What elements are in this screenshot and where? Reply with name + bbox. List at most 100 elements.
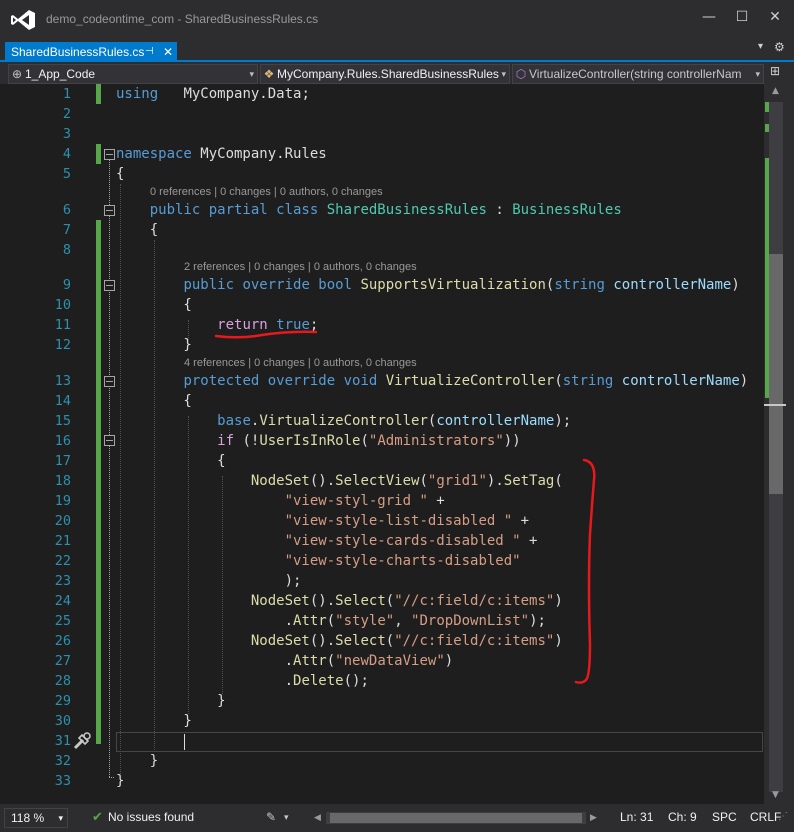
line-number: 24 <box>54 593 71 609</box>
scroll-down-arrow-icon[interactable]: ▼ <box>772 790 779 800</box>
code-line[interactable]: 8 <box>0 240 764 260</box>
code-text: { <box>116 453 226 469</box>
code-text: if (!UserIsInRole("Administrators")) <box>217 433 521 449</box>
code-line[interactable]: 22 "view-style-charts-disabled" <box>0 551 764 571</box>
code-line[interactable]: 10 { <box>0 295 764 315</box>
code-line[interactable]: 29 } <box>0 691 764 711</box>
code-line[interactable]: 21 "view-style-cards-disabled " + <box>0 531 764 551</box>
code-line[interactable]: 17 { <box>0 451 764 471</box>
code-line[interactable]: 25 .Attr("style", "DropDownList"); <box>0 611 764 631</box>
code-line[interactable]: 3 <box>0 124 764 144</box>
line-number: 5 <box>62 166 71 182</box>
line-number-status[interactable]: Ln: 31 <box>620 804 653 830</box>
vertical-scrollbar[interactable]: ▲ ▼ <box>764 84 794 804</box>
change-marker <box>765 158 769 398</box>
horizontal-scrollbar-thumb[interactable] <box>330 813 582 823</box>
pin-icon[interactable]: ⊣ <box>145 42 154 62</box>
issues-status[interactable]: No issues found <box>108 804 194 830</box>
code-line[interactable]: 6 public partial class SharedBusinessRul… <box>0 200 764 220</box>
split-window-icon[interactable]: ⊞ <box>770 64 780 78</box>
line-number: 22 <box>54 553 71 569</box>
code-line[interactable]: 16 if (!UserIsInRole("Administrators")) <box>0 431 764 451</box>
code-line[interactable]: 27 .Attr("newDataView") <box>0 651 764 671</box>
chevron-down-icon: ▾ <box>58 813 63 823</box>
code-text: .Attr("newDataView") <box>116 653 454 669</box>
line-number: 31 <box>54 733 71 749</box>
code-editor[interactable]: 0 references | 0 changes | 0 authors, 0 … <box>0 84 764 804</box>
code-line[interactable]: 2 <box>0 104 764 124</box>
window-title: demo_codeontime_com - SharedBusinessRule… <box>46 12 319 26</box>
code-text: .Delete(); <box>116 673 369 689</box>
class-icon: ❖ <box>263 67 275 81</box>
code-text: using MyCompany.Data; <box>116 86 310 102</box>
line-number: 6 <box>62 202 71 218</box>
cleanup-brush-icon[interactable]: ✎ <box>266 804 276 830</box>
code-line[interactable]: 7 { <box>0 220 764 240</box>
zoom-level: 118 % <box>11 811 45 825</box>
code-line[interactable]: 33} <box>0 771 764 791</box>
column-status[interactable]: Ch: 9 <box>668 804 697 830</box>
line-number: 14 <box>54 393 71 409</box>
code-text: "view-style-cards-disabled " + <box>284 533 538 549</box>
tab-list-dropdown-icon[interactable]: ▾ <box>758 41 763 52</box>
code-line[interactable]: 5{ <box>0 164 764 184</box>
status-bar: 118 % ▾ ✔ No issues found ✎ ▾ ◀ ▶ Ln: 31… <box>0 804 794 832</box>
line-number: 18 <box>54 473 71 489</box>
line-number: 13 <box>54 373 71 389</box>
code-line[interactable]: 32 } <box>0 751 764 771</box>
line-ending-status[interactable]: CRLF <box>750 804 781 830</box>
line-number: 10 <box>54 297 71 313</box>
code-text: { <box>116 393 192 409</box>
code-line[interactable]: 23 ); <box>0 571 764 591</box>
scroll-right-arrow-icon[interactable]: ▶ <box>590 804 597 830</box>
code-line[interactable]: 19 "view-styl-grid " + <box>0 491 764 511</box>
scroll-left-arrow-icon[interactable]: ◀ <box>314 804 321 830</box>
codelens-references[interactable]: 0 references | 0 changes | 0 authors, 0 … <box>150 185 383 199</box>
code-line[interactable]: 28 .Delete(); <box>0 671 764 691</box>
line-number: 2 <box>62 106 71 122</box>
type-dropdown[interactable]: ❖ MyCompany.Rules.SharedBusinessRules ▾ <box>260 64 510 84</box>
code-text: { <box>116 222 159 238</box>
scrollbar-thumb[interactable] <box>769 254 783 494</box>
zoom-dropdown[interactable]: 118 % ▾ <box>4 808 68 828</box>
codelens-references[interactable]: 2 references | 0 changes | 0 authors, 0 … <box>184 260 417 274</box>
code-text: } <box>116 337 192 353</box>
maximize-button[interactable]: ☐ <box>727 6 757 28</box>
code-line[interactable]: 13 protected override void VirtualizeCon… <box>0 371 764 391</box>
code-line[interactable]: 24 NodeSet().Select("//c:field/c:items") <box>0 591 764 611</box>
line-number: 30 <box>54 713 71 729</box>
code-line[interactable]: 11 return true; <box>0 315 764 335</box>
minimize-button[interactable]: — <box>694 6 724 28</box>
code-text: public partial class SharedBusinessRules… <box>149 202 622 218</box>
code-text: "view-styl-grid " + <box>284 493 445 509</box>
code-text: "view-style-charts-disabled" <box>284 553 521 569</box>
line-number: 33 <box>54 773 71 789</box>
quick-actions-screwdriver-icon[interactable] <box>72 731 92 751</box>
code-line[interactable]: 1 using MyCompany.Data; <box>0 84 764 104</box>
code-text: { <box>116 297 192 313</box>
codelens-references[interactable]: 4 references | 0 changes | 0 authors, 0 … <box>184 356 417 370</box>
code-line[interactable]: 20 "view-style-list-disabled " + <box>0 511 764 531</box>
line-number: 3 <box>62 126 71 142</box>
chevron-down-icon[interactable]: ▾ <box>284 804 289 830</box>
code-text: NodeSet().SelectView("grid1").SetTag( <box>250 473 563 489</box>
tab-shared-business-rules[interactable]: SharedBusinessRules.cs ⊣ ✕ <box>5 42 177 62</box>
line-number: 11 <box>54 317 71 333</box>
code-line[interactable]: 9 public override bool SupportsVirtualiz… <box>0 275 764 295</box>
tab-close-icon[interactable]: ✕ <box>163 42 173 62</box>
code-line[interactable]: 26 NodeSet().Select("//c:field/c:items") <box>0 631 764 651</box>
whitespace-status[interactable]: SPC <box>712 804 737 830</box>
code-line[interactable]: 12 } <box>0 335 764 355</box>
settings-gear-icon[interactable]: ⚙ <box>774 40 785 54</box>
project-dropdown[interactable]: ⊕ 1_App_Code ▾ <box>8 64 258 84</box>
code-line[interactable]: 14 { <box>0 391 764 411</box>
code-line[interactable]: 15 base.VirtualizeController(controllerN… <box>0 411 764 431</box>
member-dropdown[interactable]: ⬡ VirtualizeController(string controllerN… <box>512 64 764 84</box>
scroll-up-arrow-icon[interactable]: ▲ <box>772 86 779 96</box>
method-icon: ⬡ <box>515 67 527 81</box>
code-line[interactable]: 4 namespace MyCompany.Rules <box>0 144 764 164</box>
close-button[interactable]: ✕ <box>760 6 790 28</box>
code-line[interactable]: 18 NodeSet().SelectView("grid1").SetTag( <box>0 471 764 491</box>
code-line[interactable]: 30 } <box>0 711 764 731</box>
current-line-highlight <box>116 732 763 752</box>
